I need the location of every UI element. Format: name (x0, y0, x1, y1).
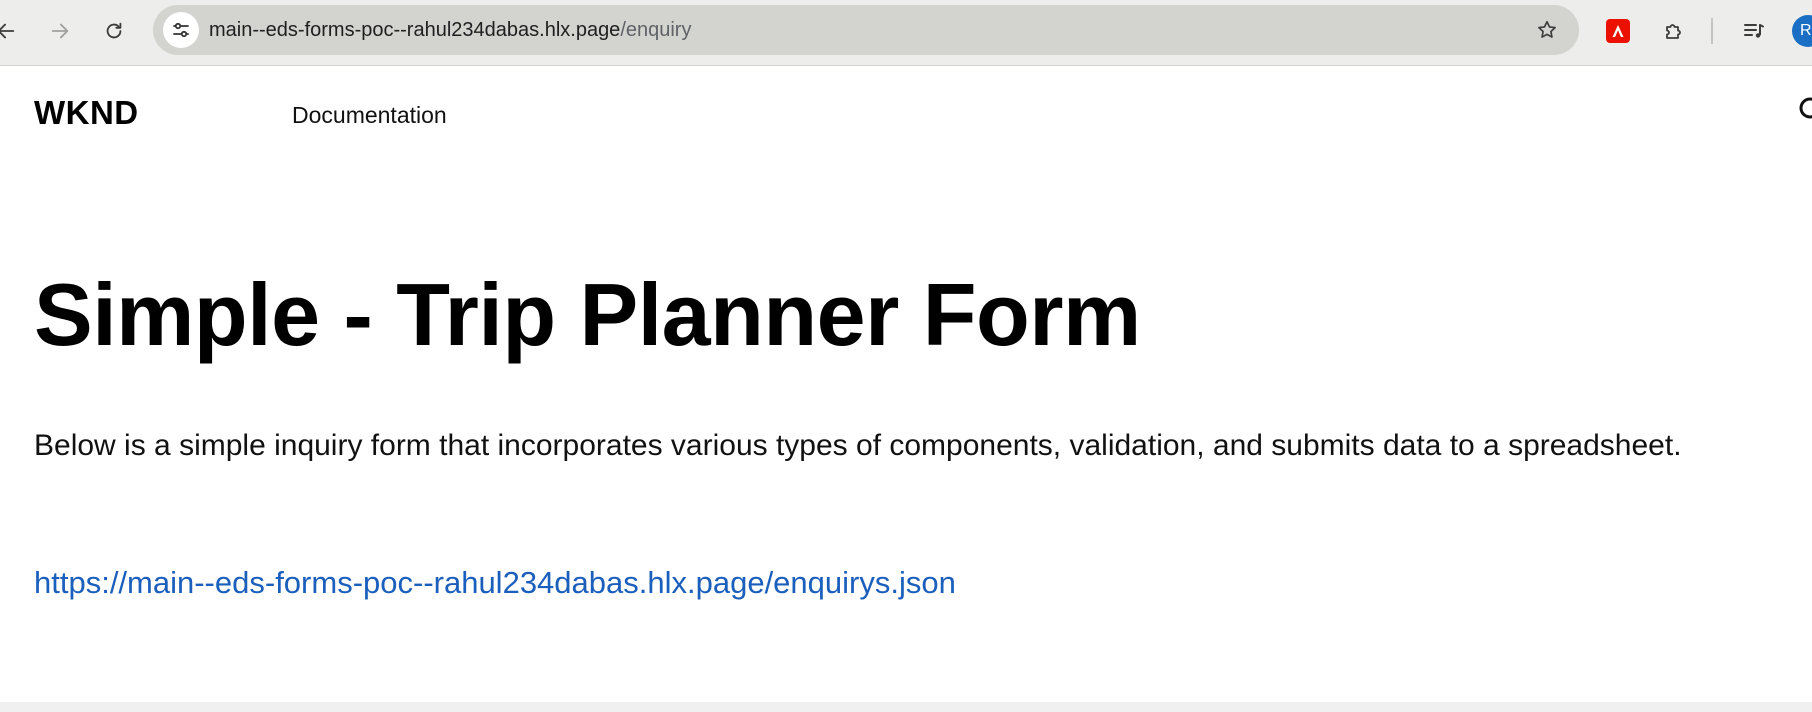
bookmark-button[interactable] (1531, 14, 1563, 46)
browser-toolbar: main--eds-forms-poc--rahul234dabas.hlx.p… (0, 0, 1812, 66)
brand-logo[interactable]: WKND (34, 94, 139, 132)
reload-icon (106, 22, 122, 39)
extensions-button[interactable] (1658, 15, 1690, 47)
nav-link-documentation[interactable]: Documentation (292, 102, 447, 129)
media-controls-button[interactable] (1738, 15, 1770, 47)
page-title: Simple - Trip Planner Form (34, 265, 1141, 364)
profile-avatar[interactable]: R (1792, 15, 1812, 47)
url-host: main--eds-forms-poc--rahul234dabas.hlx.p… (209, 19, 621, 41)
url-text[interactable]: main--eds-forms-poc--rahul234dabas.hlx.p… (209, 5, 691, 55)
site-header: WKND Documentation (0, 66, 1812, 162)
star-outline-icon (1538, 20, 1556, 38)
toolbar-divider (1711, 18, 1713, 44)
acrobat-extension-button[interactable] (1606, 19, 1630, 43)
profile-initial: R (1800, 22, 1812, 39)
acrobat-icon (1612, 25, 1624, 37)
url-path: /enquiry (620, 19, 692, 41)
site-info-button[interactable] (163, 12, 199, 48)
arrow-left-icon (0, 23, 15, 39)
enquiries-json-link[interactable]: https://main--eds-forms-poc--rahul234dab… (34, 557, 956, 609)
intro-paragraph: Below is a simple inquiry form that inco… (34, 429, 1682, 462)
search-icon (1799, 97, 1812, 119)
puzzle-icon (1666, 24, 1681, 39)
reload-button[interactable] (96, 13, 132, 49)
tune-icon (173, 22, 189, 38)
page-bottom-edge (0, 702, 1812, 712)
forward-button[interactable] (42, 13, 78, 49)
arrow-right-icon (51, 23, 69, 39)
back-button[interactable] (0, 13, 24, 49)
search-button[interactable] (1796, 94, 1812, 130)
address-bar[interactable]: main--eds-forms-poc--rahul234dabas.hlx.p… (153, 5, 1579, 55)
media-queue-icon (1744, 24, 1764, 38)
